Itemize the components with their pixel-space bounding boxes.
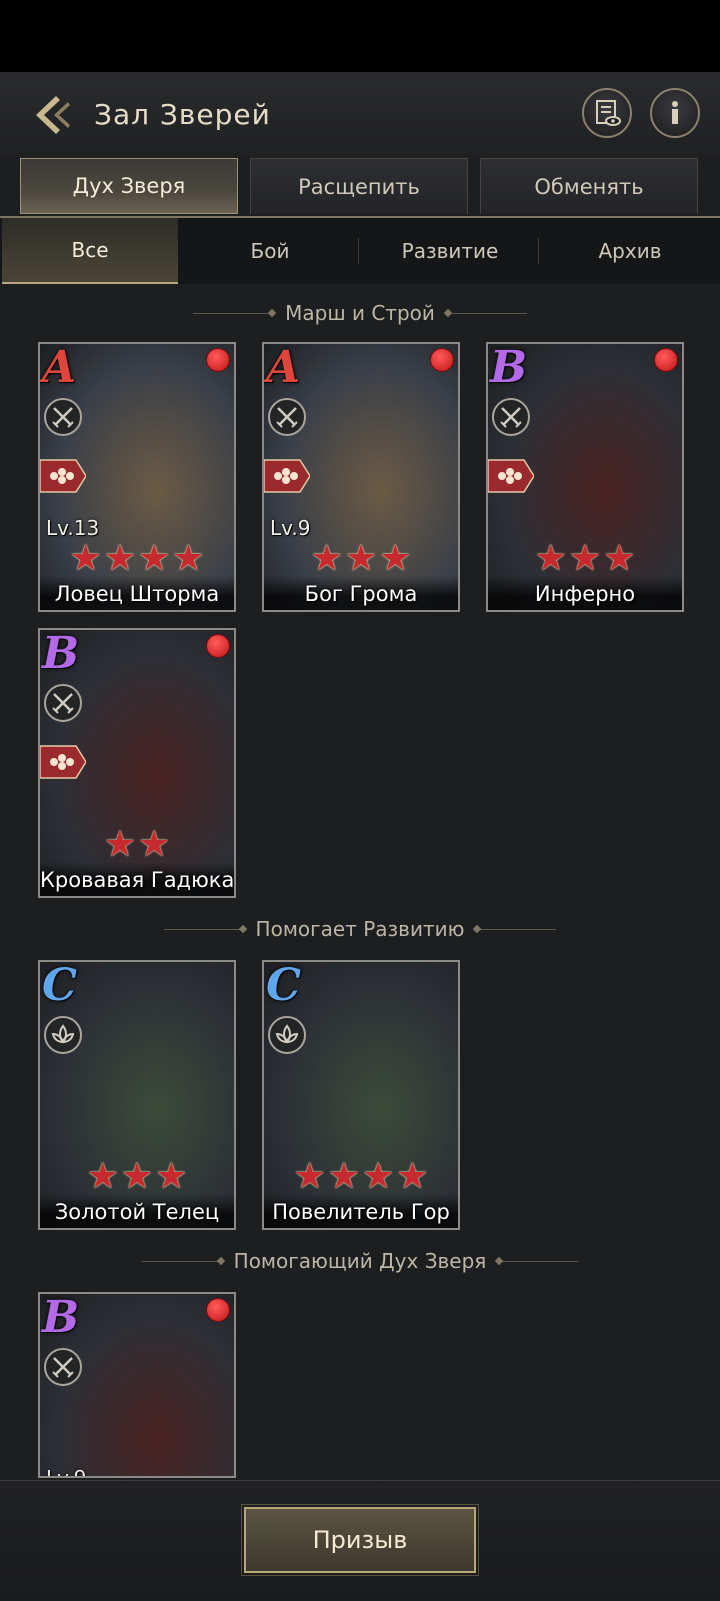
beast-card[interactable]: B Lv.9 [38, 1292, 236, 1478]
beast-card[interactable]: B ★ ★ ★ Инферно [486, 342, 684, 612]
page-title: Зал Зверей [94, 98, 271, 131]
gem-tag-icon [488, 458, 535, 494]
records-button[interactable] [582, 88, 632, 138]
beast-card[interactable]: C ★ ★ ★ Золотой Телец [38, 960, 236, 1230]
tab-split[interactable]: Расщепить [250, 158, 468, 214]
section-title: Помогающий Дух Зверя [0, 1246, 720, 1276]
beast-name: Повелитель Гор [272, 1200, 450, 1224]
beast-name: Кровавая Гадюка [40, 868, 235, 892]
gem-tag-icon [40, 458, 87, 494]
star-icon: ★ [293, 1156, 326, 1197]
beast-card[interactable]: B ★ ★ Кровавая Гадюка [38, 628, 236, 898]
grade-badge: C [42, 960, 78, 1011]
star-icon: ★ [155, 1156, 188, 1197]
section-title: Марш и Строй [0, 298, 720, 328]
notification-dot [430, 348, 454, 372]
beast-level: Lv.9 [46, 1466, 87, 1478]
notification-dot [206, 1298, 230, 1322]
crossed-swords-icon [268, 398, 306, 436]
bottom-bar: Призыв [0, 1480, 720, 1601]
notification-dot [206, 348, 230, 372]
info-button[interactable] [650, 88, 700, 138]
section-title: Помогает Развитию [0, 914, 720, 944]
lotus-icon [268, 1016, 306, 1054]
star-icon: ★ [603, 538, 636, 579]
star-rating: ★ ★ ★ [488, 540, 682, 578]
status-bar [0, 0, 720, 72]
crossed-swords-icon [492, 398, 530, 436]
star-icon: ★ [138, 538, 171, 579]
beast-name: Золотой Телец [54, 1200, 220, 1224]
main-tabs: Дух Зверя Расщепить Обменять [0, 154, 720, 216]
star-rating: ★ ★ ★ ★ [40, 540, 234, 578]
tab-separator [538, 238, 539, 264]
grade-badge: C [266, 960, 302, 1011]
grade-badge: B [42, 1292, 80, 1343]
crossed-swords-icon [44, 684, 82, 722]
crossed-swords-icon [44, 1348, 82, 1386]
star-rating: ★ ★ [40, 826, 234, 864]
crossed-swords-icon [44, 398, 82, 436]
notification-dot [654, 348, 678, 372]
filter-tab-battle[interactable]: Бой [182, 218, 358, 284]
beast-level: Lv.9 [270, 516, 311, 540]
filter-tab-archive[interactable]: Архив [542, 218, 718, 284]
star-icon: ★ [534, 538, 567, 579]
grade-badge: A [266, 342, 301, 393]
star-icon: ★ [103, 824, 136, 865]
notification-dot [206, 634, 230, 658]
star-icon: ★ [327, 1156, 360, 1197]
filter-tab-all[interactable]: Все [2, 218, 178, 284]
star-icon: ★ [568, 538, 602, 579]
beast-card[interactable]: A Lv.9 ★ ★ ★ Бог Грома [262, 342, 460, 612]
beast-card[interactable]: A Lv.13 ★ ★ ★ ★ Ловец Шторма [38, 342, 236, 612]
star-icon: ★ [69, 538, 102, 579]
tab-beast-spirit[interactable]: Дух Зверя [20, 158, 238, 214]
summon-button[interactable]: Призыв [241, 1504, 479, 1576]
star-icon: ★ [379, 538, 412, 579]
beast-card[interactable]: C ★ ★ ★ ★ Повелитель Гор [262, 960, 460, 1230]
back-button[interactable] [26, 90, 76, 140]
tab-exchange[interactable]: Обменять [480, 158, 698, 214]
gem-tag-icon [264, 458, 311, 494]
grade-badge: B [42, 628, 80, 679]
star-rating: ★ ★ ★ [40, 1158, 234, 1196]
star-icon: ★ [172, 538, 205, 579]
header: Зал Зверей [0, 72, 720, 158]
lotus-icon [44, 1016, 82, 1054]
star-icon: ★ [362, 1156, 395, 1197]
beast-name: Инферно [534, 582, 636, 606]
grade-badge: A [42, 342, 77, 393]
star-icon: ★ [103, 538, 136, 579]
beast-name: Ловец Шторма [54, 582, 220, 606]
star-rating: ★ ★ ★ [264, 540, 458, 578]
document-eye-icon [596, 100, 621, 126]
star-icon: ★ [138, 824, 171, 865]
back-arrow-icon [36, 96, 70, 134]
info-icon [672, 101, 678, 124]
gem-tag-icon [40, 744, 87, 780]
filter-tab-development[interactable]: Развитие [362, 218, 538, 284]
grade-badge: B [490, 342, 528, 393]
star-icon: ★ [86, 1156, 119, 1197]
star-icon: ★ [310, 538, 343, 579]
beast-name: Бог Грома [304, 582, 418, 606]
star-icon: ★ [120, 1156, 154, 1197]
beast-level: Lv.13 [46, 516, 100, 540]
filter-tabs: Все Бой Развитие Архив [0, 218, 720, 284]
star-rating: ★ ★ ★ ★ [264, 1158, 458, 1196]
star-icon: ★ [396, 1156, 429, 1197]
star-icon: ★ [344, 538, 378, 579]
tab-separator [358, 238, 359, 264]
